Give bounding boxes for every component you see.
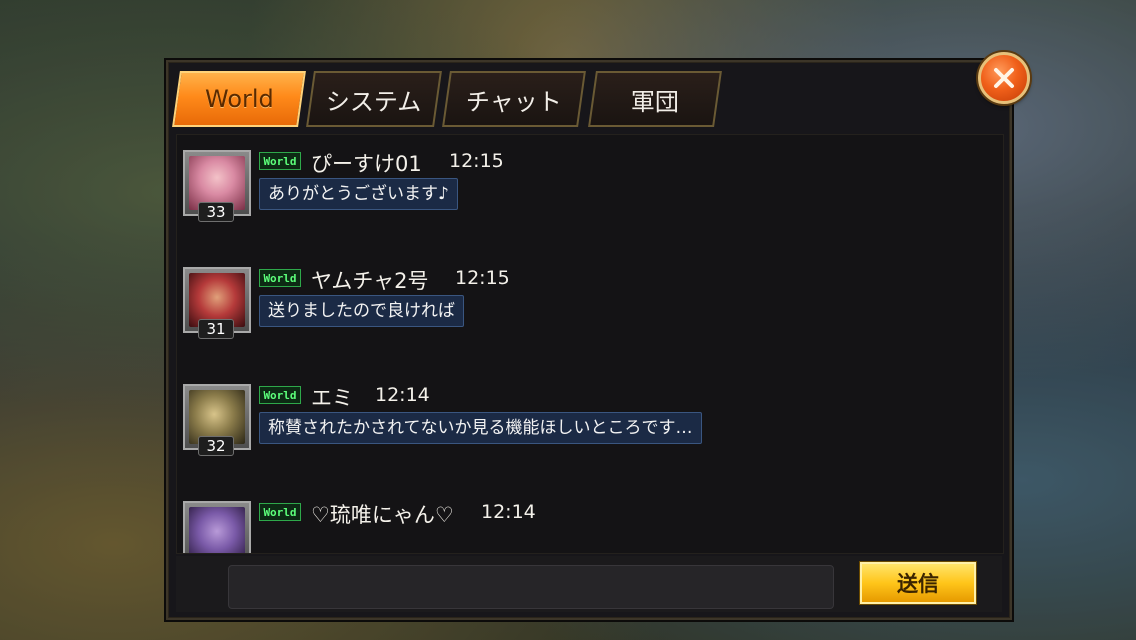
chat-message: World ♡琉唯にゃん♡ 12:14: [183, 499, 983, 553]
avatar[interactable]: [183, 501, 251, 553]
level-badge: 32: [198, 436, 234, 456]
sender-name[interactable]: ぴーすけ01: [311, 148, 422, 178]
tab-system-label: システム: [326, 87, 422, 116]
message-time: 12:15: [455, 267, 510, 289]
level-badge: 33: [198, 202, 234, 222]
world-channel-tag: World: [259, 386, 301, 404]
world-channel-tag: World: [259, 269, 301, 287]
close-x-icon: [994, 68, 1014, 88]
tab-legion[interactable]: 軍団: [588, 71, 722, 127]
message-time: 12:14: [481, 501, 536, 523]
world-channel-tag: World: [259, 152, 301, 170]
message-bubble: ありがとうございます♪: [259, 178, 458, 210]
level-badge: 31: [198, 319, 234, 339]
chat-message: 33 World ぴーすけ01 12:15 ありがとうございます♪: [183, 150, 983, 240]
message-bubble: 称賛されたかされてないか見る機能ほしいところです…: [259, 412, 702, 444]
tab-legion-label: 軍団: [631, 87, 679, 116]
chat-message: 32 World エミ 12:14 称賛されたかされてないか見る機能ほしいところ…: [183, 384, 983, 474]
close-button[interactable]: [978, 52, 1030, 104]
sender-name[interactable]: エミ: [311, 382, 353, 412]
message-time: 12:15: [449, 150, 504, 172]
sender-name[interactable]: ヤムチャ2号: [311, 265, 429, 295]
message-bubble: 送りましたので良ければ: [259, 295, 464, 327]
tab-system[interactable]: システム: [306, 71, 442, 127]
tab-chat-label: チャット: [466, 87, 562, 116]
tab-world-label: World: [204, 85, 274, 113]
message-time: 12:14: [375, 384, 430, 406]
tab-chat[interactable]: チャット: [442, 71, 586, 127]
tab-world[interactable]: World: [172, 71, 306, 127]
avatar-image: [189, 507, 245, 553]
message-list[interactable]: 33 World ぴーすけ01 12:15 ありがとうございます♪ 31 Wor…: [176, 134, 1004, 554]
sender-name[interactable]: ♡琉唯にゃん♡: [311, 499, 454, 529]
send-button[interactable]: 送信: [860, 562, 976, 604]
world-channel-tag: World: [259, 503, 301, 521]
chat-message: 31 World ヤムチャ2号 12:15 送りましたので良ければ: [183, 267, 983, 357]
chat-input[interactable]: [228, 565, 834, 609]
